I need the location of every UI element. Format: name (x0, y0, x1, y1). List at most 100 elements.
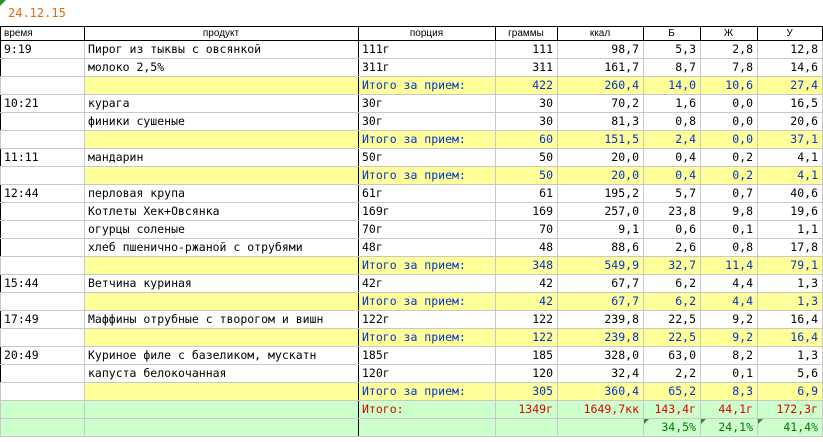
cell-portion[interactable]: 30г (358, 94, 496, 113)
cell-portion[interactable]: 70г (358, 220, 496, 239)
cell-zh[interactable]: 2,8 (700, 40, 758, 59)
cell-time[interactable] (0, 112, 85, 131)
cell-product[interactable] (84, 256, 359, 275)
cell-zh[interactable]: 0,1 (700, 220, 758, 239)
subtotal-b[interactable]: 14,0 (643, 76, 701, 95)
subtotal-b[interactable]: 22,5 (643, 328, 701, 347)
subtotal-kcal[interactable]: 67,7 (557, 292, 644, 311)
subtotal-grams[interactable]: 122 (495, 328, 558, 347)
cell-time[interactable] (0, 418, 85, 437)
header-kcal[interactable]: ккал (557, 26, 644, 41)
cell-product[interactable]: Котлеты Хек+Овсянка (84, 202, 359, 221)
cell-time[interactable] (0, 130, 85, 149)
subtotal-kcal[interactable]: 20,0 (557, 166, 644, 185)
cell-kcal[interactable]: 239,8 (557, 310, 644, 329)
cell-kcal[interactable]: 81,3 (557, 112, 644, 131)
subtotal-u[interactable]: 79,1 (757, 256, 823, 275)
cell-portion[interactable]: 50г (358, 148, 496, 167)
cell-u[interactable]: 19,6 (757, 202, 823, 221)
subtotal-label[interactable]: Итого за прием: (358, 130, 496, 149)
subtotal-label[interactable]: Итого за прием: (358, 256, 496, 275)
subtotal-u[interactable]: 6,9 (757, 382, 823, 401)
cell-u[interactable]: 5,6 (757, 364, 823, 383)
cell-kcal[interactable]: 70,2 (557, 94, 644, 113)
cell-b[interactable]: 0,6 (643, 220, 701, 239)
cell-portion[interactable]: 42г (358, 274, 496, 293)
cell-grams[interactable]: 50 (495, 148, 558, 167)
subtotal-u[interactable]: 16,4 (757, 328, 823, 347)
cell-grams[interactable]: 48 (495, 238, 558, 257)
subtotal-label[interactable]: Итого за прием: (358, 328, 496, 347)
cell-u[interactable]: 4,1 (757, 148, 823, 167)
cell-u[interactable]: 16,4 (757, 310, 823, 329)
subtotal-u[interactable]: 4,1 (757, 166, 823, 185)
cell-b[interactable]: 8,7 (643, 58, 701, 77)
cell-portion[interactable]: 120г (358, 364, 496, 383)
cell-product[interactable]: Ветчина куриная (84, 274, 359, 293)
cell-grams[interactable]: 70 (495, 220, 558, 239)
cell-product[interactable]: Маффины отрубные с творогом и вишн (84, 310, 359, 329)
subtotal-u[interactable]: 27,4 (757, 76, 823, 95)
cell-b[interactable]: 2,2 (643, 364, 701, 383)
cell-product[interactable]: финики сушеные (84, 112, 359, 131)
cell-time[interactable] (0, 292, 85, 311)
cell-grams[interactable]: 185 (495, 346, 558, 365)
subtotal-label[interactable]: Итого за прием: (358, 166, 496, 185)
cell-portion[interactable]: 311г (358, 58, 496, 77)
subtotal-u[interactable]: 1,3 (757, 292, 823, 311)
cell-product[interactable] (84, 292, 359, 311)
cell-b[interactable]: 5,3 (643, 40, 701, 59)
subtotal-grams[interactable]: 422 (495, 76, 558, 95)
cell-time[interactable]: 15:44 (0, 274, 85, 293)
cell-zh[interactable]: 7,8 (700, 58, 758, 77)
total-b[interactable]: 143,4г (643, 400, 701, 419)
cell-product[interactable]: курага (84, 94, 359, 113)
cell-kcal[interactable]: 88,6 (557, 238, 644, 257)
cell-zh[interactable]: 0,2 (700, 148, 758, 167)
header-zh[interactable]: Ж (700, 26, 758, 41)
cell-b[interactable]: 63,0 (643, 346, 701, 365)
subtotal-grams[interactable]: 42 (495, 292, 558, 311)
cell-product[interactable]: капуста белокочанная (84, 364, 359, 383)
cell-product[interactable]: огурцы соленые (84, 220, 359, 239)
cell-b[interactable]: 23,8 (643, 202, 701, 221)
cell-grams[interactable]: 111 (495, 40, 558, 59)
subtotal-kcal[interactable]: 239,8 (557, 328, 644, 347)
cell-time[interactable] (0, 220, 85, 239)
subtotal-label[interactable]: Итого за прием: (358, 382, 496, 401)
subtotal-kcal[interactable]: 549,9 (557, 256, 644, 275)
cell-u[interactable]: 1,3 (757, 274, 823, 293)
cell-u[interactable]: 14,6 (757, 58, 823, 77)
cell-kcal[interactable]: 98,7 (557, 40, 644, 59)
cell-zh[interactable]: 0,0 (700, 112, 758, 131)
total-u[interactable]: 172,3г (757, 400, 823, 419)
cell-product[interactable] (84, 328, 359, 347)
cell-u[interactable]: 16,5 (757, 94, 823, 113)
cell-kcal[interactable]: 161,7 (557, 58, 644, 77)
subtotal-b[interactable]: 0,4 (643, 166, 701, 185)
cell-b[interactable]: 0,4 (643, 148, 701, 167)
cell-product[interactable]: хлеб пшенично-ржаной с отрубями (84, 238, 359, 257)
header-grams[interactable]: граммы (495, 26, 558, 41)
cell-time[interactable] (0, 76, 85, 95)
cell-zh[interactable]: 8,2 (700, 346, 758, 365)
cell-zh[interactable]: 0,0 (700, 94, 758, 113)
cell-kcal[interactable] (557, 418, 644, 437)
percent-b[interactable]: 34,5% (643, 418, 701, 437)
subtotal-grams[interactable]: 60 (495, 130, 558, 149)
cell-b[interactable]: 2,6 (643, 238, 701, 257)
cell-grams[interactable]: 122 (495, 310, 558, 329)
cell-b[interactable]: 5,7 (643, 184, 701, 203)
subtotal-label[interactable]: Итого за прием: (358, 292, 496, 311)
cell-b[interactable]: 6,2 (643, 274, 701, 293)
cell-time[interactable] (0, 256, 85, 275)
cell-time[interactable] (0, 400, 85, 419)
cell-portion[interactable]: 122г (358, 310, 496, 329)
cell-kcal[interactable]: 257,0 (557, 202, 644, 221)
cell-time[interactable]: 12:44 (0, 184, 85, 203)
cell-product[interactable]: Пирог из тыквы с овсянкой (84, 40, 359, 59)
cell-portion[interactable]: 185г (358, 346, 496, 365)
cell-kcal[interactable]: 195,2 (557, 184, 644, 203)
cell-kcal[interactable]: 328,0 (557, 346, 644, 365)
cell-time[interactable]: 17:49 (0, 310, 85, 329)
